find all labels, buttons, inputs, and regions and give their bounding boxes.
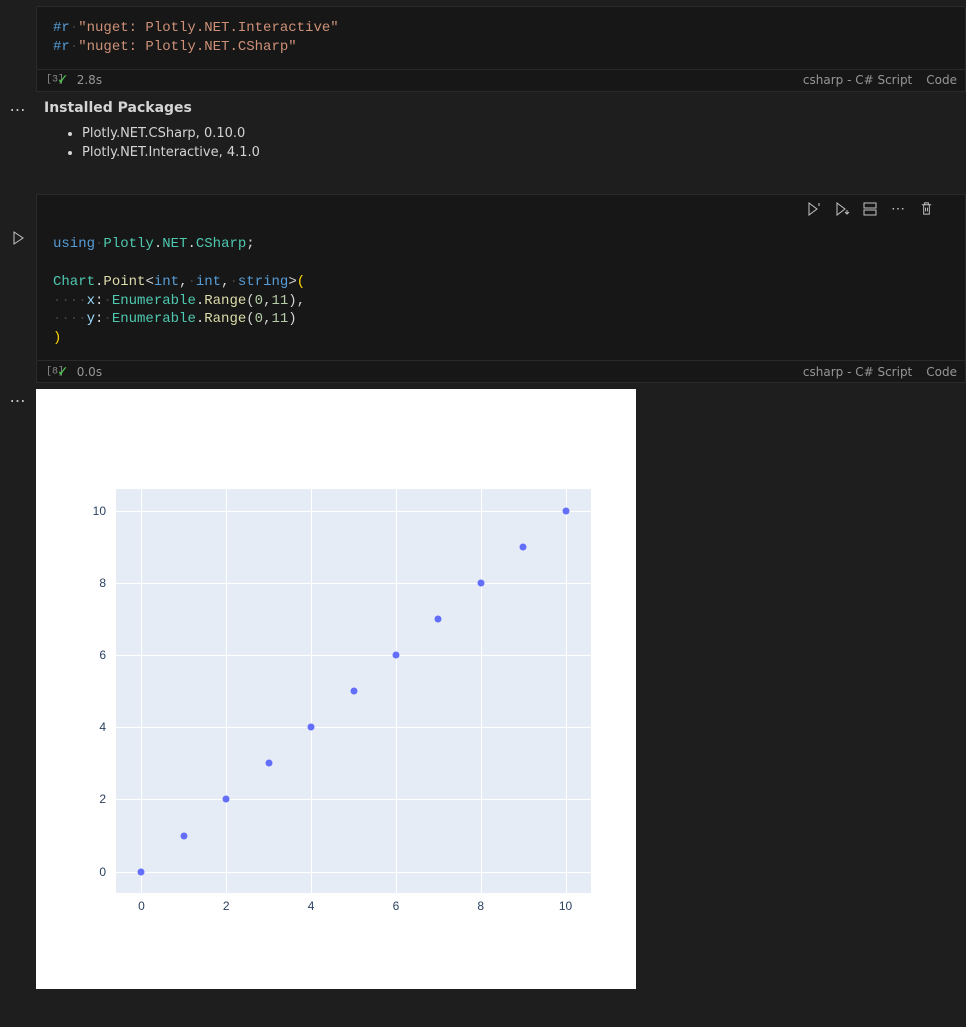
number: 11	[271, 311, 288, 327]
cell2-exec-time: 0.0s	[77, 365, 102, 379]
number: 0	[255, 293, 263, 309]
x-tick-label: 4	[308, 899, 315, 913]
cell2-toolbar: ⋯	[36, 194, 966, 223]
y-tick-label: 6	[99, 648, 106, 662]
data-point[interactable]	[562, 507, 569, 514]
cell2-gutter	[0, 223, 36, 361]
notebook-cell-1: #r·"nuget: Plotly.NET.Interactive" #r·"n…	[0, 6, 966, 174]
gridline-h	[116, 511, 591, 512]
cell1-output: ⋯ Installed Packages Plotly.NET.CSharp, …	[0, 92, 966, 174]
number: 11	[271, 293, 288, 309]
method-range: Range	[204, 293, 246, 309]
cell1-mode[interactable]: Code	[926, 73, 957, 87]
gridline-h	[116, 727, 591, 728]
class-enumerable: Enumerable	[112, 311, 196, 327]
cell1-gutter	[0, 6, 36, 70]
namespace: Plotly	[103, 236, 153, 252]
data-point[interactable]	[308, 724, 315, 731]
data-point[interactable]	[520, 543, 527, 550]
success-check-icon: ✓	[57, 365, 69, 379]
notebook-cell-2: ⋯ using·Plotly.NET.CSharp; Chart.Point<i…	[0, 194, 966, 989]
gridline-h	[116, 583, 591, 584]
gridline-v	[226, 489, 227, 893]
directive: #r	[53, 20, 70, 36]
cell2-mode[interactable]: Code	[926, 365, 957, 379]
string-literal: "nuget: Plotly.NET.CSharp"	[78, 39, 296, 55]
run-by-line-icon[interactable]	[803, 199, 825, 219]
package-item: Plotly.NET.Interactive, 4.1.0	[82, 145, 958, 160]
gridline-h	[116, 799, 591, 800]
cell1-code-editor[interactable]: #r·"nuget: Plotly.NET.Interactive" #r·"n…	[36, 6, 966, 70]
number: 0	[255, 311, 263, 327]
method-point: Point	[103, 274, 145, 290]
y-tick-label: 2	[99, 792, 106, 806]
gridline-h	[116, 655, 591, 656]
directive: #r	[53, 39, 70, 55]
output-menu-icon[interactable]: ⋯	[10, 391, 27, 989]
output-menu-icon[interactable]: ⋯	[10, 100, 27, 174]
gridline-v	[566, 489, 567, 893]
gridline-v	[481, 489, 482, 893]
method-range: Range	[204, 311, 246, 327]
x-tick-label: 10	[559, 899, 572, 913]
x-tick-label: 0	[138, 899, 145, 913]
y-tick-label: 10	[93, 504, 106, 518]
y-tick-label: 4	[99, 720, 106, 734]
cell2-code-editor[interactable]: using·Plotly.NET.CSharp; Chart.Point<int…	[36, 223, 966, 361]
class-enumerable: Enumerable	[112, 293, 196, 309]
package-item: Plotly.NET.CSharp, 0.10.0	[82, 126, 958, 141]
class-chart: Chart	[53, 274, 95, 290]
cell1-exec-time: 2.8s	[77, 73, 102, 87]
cell2-language[interactable]: csharp - C# Script	[803, 365, 912, 379]
cell1-language[interactable]: csharp - C# Script	[803, 73, 912, 87]
cell2-status-bar: [8] ✓ 0.0s csharp - C# Script Code	[36, 361, 966, 383]
cell2-run-button[interactable]	[9, 229, 27, 247]
plot-area[interactable]: 02468100246810	[116, 489, 591, 893]
y-tick-label: 8	[99, 576, 106, 590]
scatter-chart[interactable]: 0 2 4 6 8 10 0 2 4 6 8 10	[36, 389, 636, 989]
cell1-status-bar: [3] ✓ 2.8s csharp - C# Script Code	[36, 70, 966, 92]
data-point[interactable]	[180, 832, 187, 839]
more-actions-icon[interactable]: ⋯	[887, 199, 909, 219]
data-point[interactable]	[350, 688, 357, 695]
gridline-v	[396, 489, 397, 893]
data-point[interactable]	[223, 796, 230, 803]
param-x: x	[87, 293, 95, 309]
data-point[interactable]	[435, 616, 442, 623]
data-point[interactable]	[265, 760, 272, 767]
type-int: int	[154, 274, 179, 290]
string-literal: "nuget: Plotly.NET.Interactive"	[78, 20, 338, 36]
gridline-v	[141, 489, 142, 893]
data-point[interactable]	[392, 652, 399, 659]
gridline-v	[311, 489, 312, 893]
delete-cell-icon[interactable]	[915, 199, 937, 219]
namespace: CSharp	[196, 236, 246, 252]
type-string: string	[238, 274, 288, 290]
data-point[interactable]	[477, 580, 484, 587]
namespace: NET	[162, 236, 187, 252]
execute-below-icon[interactable]	[831, 199, 853, 219]
gridline-h	[116, 872, 591, 873]
x-tick-label: 2	[223, 899, 230, 913]
type-int: int	[196, 274, 221, 290]
installed-packages-heading: Installed Packages	[44, 100, 958, 116]
cell2-output: ⋯ 0 2 4 6 8 10 0 2 4 6 8 10	[0, 383, 966, 989]
split-cell-icon[interactable]	[859, 199, 881, 219]
keyword-using: using	[53, 236, 95, 252]
y-tick-label: 0	[99, 865, 106, 879]
data-point[interactable]	[138, 868, 145, 875]
success-check-icon: ✓	[57, 73, 69, 87]
installed-packages-list: Plotly.NET.CSharp, 0.10.0 Plotly.NET.Int…	[44, 126, 958, 160]
param-y: y	[87, 311, 95, 327]
x-tick-label: 8	[477, 899, 484, 913]
x-tick-label: 6	[393, 899, 400, 913]
